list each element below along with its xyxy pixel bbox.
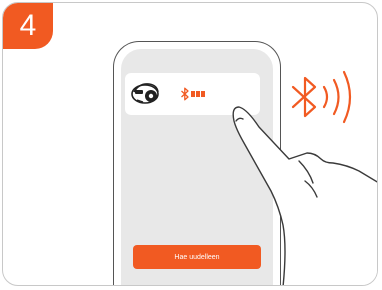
bluetooth-signal-icon — [291, 70, 352, 124]
gesture-overlay — [232, 70, 377, 285]
instruction-card: 4 Hae uudelleen — [2, 2, 378, 286]
pointing-hand-icon — [232, 106, 377, 285]
